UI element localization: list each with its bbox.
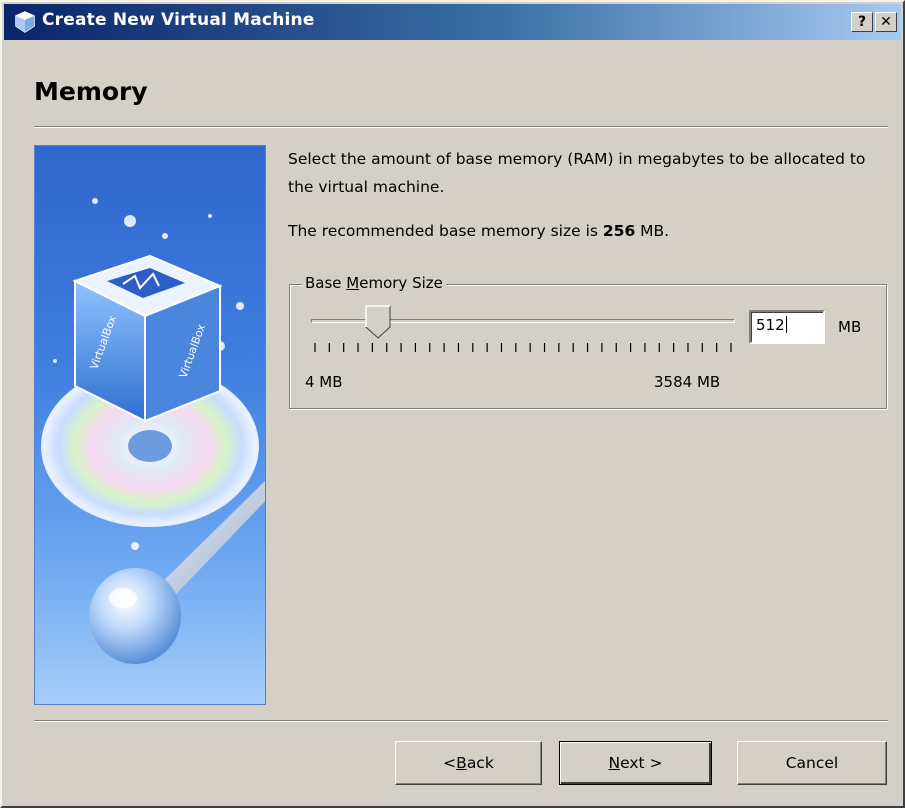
next-label-mnemonic: N	[608, 754, 621, 772]
cancel-button[interactable]: Cancel	[737, 741, 887, 785]
header-separator	[34, 126, 888, 128]
help-button[interactable]: ?	[851, 12, 873, 32]
memory-slider-thumb[interactable]	[365, 305, 391, 339]
window-title: Create New Virtual Machine	[42, 10, 315, 30]
footer-separator	[34, 720, 888, 722]
wizard-side-image: VirtualBox VirtualBox	[34, 145, 266, 705]
recommend-prefix: The recommended base memory size is	[288, 222, 603, 240]
virtualbox-wizard-art: VirtualBox VirtualBox	[41, 198, 265, 664]
recommended-value: 256	[602, 222, 636, 240]
virtualbox-icon	[15, 11, 35, 33]
slider-min-label: 4 MB	[305, 373, 343, 391]
memory-unit-label: MB	[838, 318, 862, 336]
text-caret	[785, 316, 787, 333]
back-label-mnemonic: B	[456, 754, 467, 772]
group-label-part: Base	[305, 274, 347, 292]
back-label-part: ack	[466, 754, 494, 772]
back-button[interactable]: < Back	[395, 741, 542, 785]
page-description: Select the amount of base memory (RAM) i…	[288, 150, 866, 196]
group-label-part: emory Size	[359, 274, 443, 292]
next-button[interactable]: Next >	[559, 741, 712, 785]
memory-size-input[interactable]: 512	[749, 310, 825, 344]
memory-slider-ticks	[314, 343, 732, 352]
next-label-part: ext >	[620, 754, 663, 772]
back-label-part: <	[443, 754, 457, 772]
group-label-mnemonic: M	[346, 274, 360, 292]
close-button[interactable]: ✕	[875, 12, 897, 32]
page-title: Memory	[34, 77, 148, 106]
memory-size-value: 512	[756, 316, 785, 334]
base-memory-group-label: Base Memory Size	[302, 274, 446, 292]
slider-max-label: 3584 MB	[654, 373, 721, 391]
wizard-window: Create New Virtual Machine ? ✕ Memory Vi…	[0, 0, 905, 808]
title-bar[interactable]: Create New Virtual Machine ? ✕	[4, 4, 901, 40]
recommended-memory-text: The recommended base memory size is 256 …	[288, 222, 669, 240]
recommend-suffix: MB.	[635, 222, 670, 240]
